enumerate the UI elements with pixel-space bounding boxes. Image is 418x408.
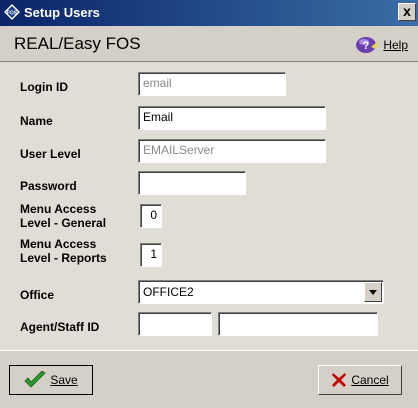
save-label: Save <box>50 373 78 387</box>
password-label: Password <box>20 179 77 193</box>
user-level-label: User Level <box>20 147 81 161</box>
name-field[interactable]: Email <box>138 106 326 130</box>
menu-access-general-label-line1: Menu Access <box>20 202 97 216</box>
button-bar: Save Cancel <box>0 350 418 408</box>
app-icon: FOS <box>4 4 20 20</box>
svg-text:?: ? <box>363 40 370 52</box>
login-id-field[interactable]: email <box>138 72 286 96</box>
chevron-down-icon <box>369 290 377 295</box>
password-field[interactable] <box>138 171 246 195</box>
menu-access-reports-label-line2: Level - Reports <box>20 251 107 265</box>
agent-staff-id-label: Agent/Staff ID <box>20 320 100 334</box>
login-id-label: Login ID <box>20 80 68 94</box>
header-bar: REAL/Easy FOS ? Help <box>0 26 418 62</box>
agent-staff-name-field[interactable] <box>218 312 378 336</box>
app-name: REAL/Easy FOS <box>14 34 141 53</box>
title-bar[interactable]: FOS Setup Users x <box>0 0 418 26</box>
menu-access-reports-label-line1: Menu Access <box>20 237 97 251</box>
checkmark-icon <box>24 371 46 388</box>
menu-access-general-label-line2: Level - General <box>20 216 107 230</box>
close-button[interactable]: x <box>398 3 416 21</box>
help-button[interactable]: ? Help <box>355 34 408 56</box>
user-form: Login ID email Name Email User Level EMA… <box>0 62 418 350</box>
menu-access-general-field[interactable]: 0 <box>140 204 162 228</box>
office-label: Office <box>20 288 55 302</box>
help-icon: ? <box>356 37 379 53</box>
window-title: Setup Users <box>24 5 100 20</box>
close-icon: x <box>403 3 411 19</box>
svg-text:FOS: FOS <box>7 11 18 17</box>
agent-staff-id-field[interactable] <box>138 312 212 336</box>
menu-access-reports-field[interactable]: 1 <box>140 243 162 267</box>
user-level-field[interactable]: EMAILServer <box>138 139 326 163</box>
cancel-button[interactable]: Cancel <box>318 365 402 395</box>
office-select[interactable]: OFFICE2 <box>138 280 384 304</box>
help-label: Help <box>383 38 408 52</box>
save-button[interactable]: Save <box>9 365 93 395</box>
x-icon <box>332 373 347 387</box>
name-label: Name <box>20 114 53 128</box>
dropdown-button[interactable] <box>364 282 382 302</box>
cancel-label: Cancel <box>351 373 389 387</box>
setup-users-window: FOS Setup Users x REAL/Easy FOS ? Help L… <box>0 0 418 408</box>
office-selected-value: OFFICE2 <box>143 285 194 299</box>
